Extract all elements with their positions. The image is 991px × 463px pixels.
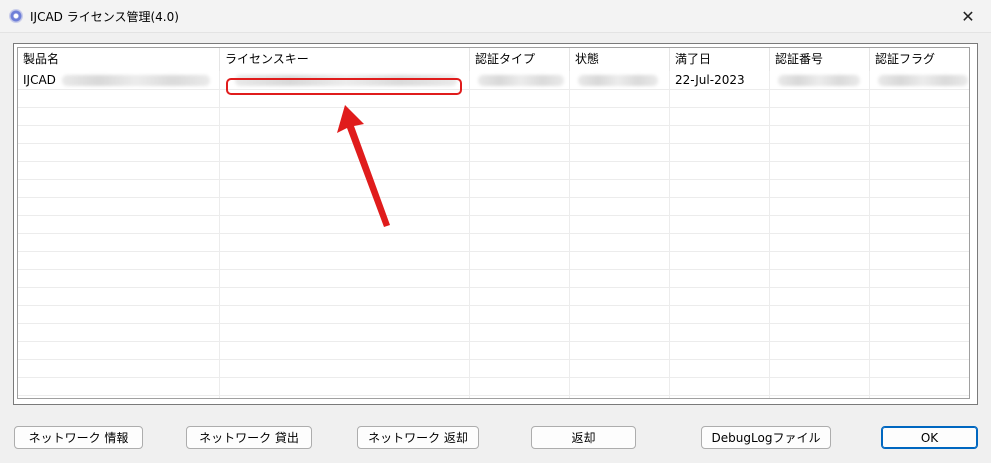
network-info-button[interactable]: ネットワーク 情報 — [14, 426, 143, 449]
debug-log-button[interactable]: DebugLogファイル — [701, 426, 831, 449]
network-lend-button[interactable]: ネットワーク 貸出 — [186, 426, 312, 449]
ok-button[interactable]: OK — [881, 426, 978, 449]
return-button[interactable]: 返却 — [531, 426, 636, 449]
annotation-arrow-icon — [337, 105, 390, 227]
network-return-button[interactable]: ネットワーク 返却 — [357, 426, 479, 449]
